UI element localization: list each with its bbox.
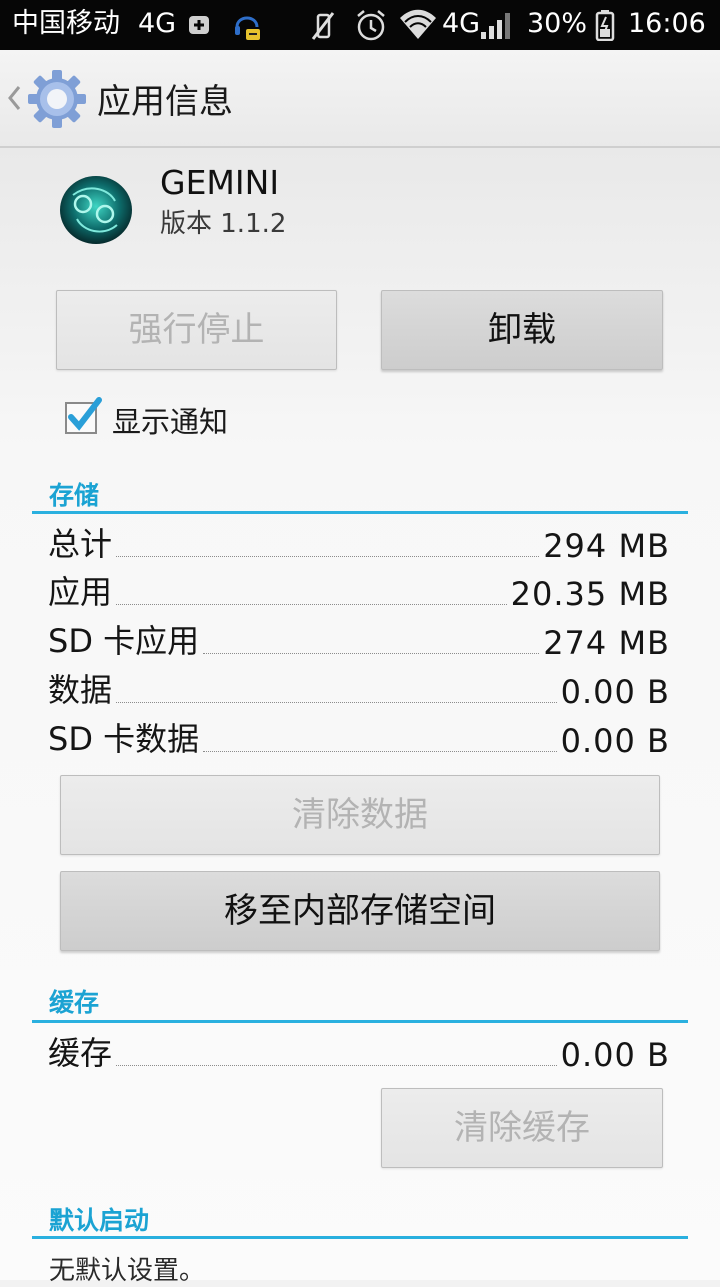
uninstall-button[interactable]: 卸载 <box>381 290 663 370</box>
storage-row-value: 0.00 B <box>560 673 670 711</box>
move-to-internal-storage-button[interactable]: 移至内部存储空间 <box>60 871 660 951</box>
cache-section-title: 缓存 <box>49 988 100 1017</box>
clear-cache-button[interactable]: 清除缓存 <box>381 1088 663 1168</box>
storage-row-value: 274 MB <box>543 624 670 662</box>
storage-row-label: 数据 <box>48 671 113 709</box>
storage-row-value: 0.00 B <box>560 722 670 760</box>
cache-row-value: 0.00 B <box>560 1036 670 1074</box>
clear-data-button[interactable]: 清除数据 <box>60 775 660 855</box>
storage-section-title: 存储 <box>49 481 100 510</box>
alarm-icon <box>357 10 385 41</box>
storage-row: 总计 294 MB <box>48 521 670 567</box>
wifi-icon <box>400 9 436 39</box>
battery-percent: 30% <box>527 8 588 39</box>
app-name: GEMINI <box>160 163 280 202</box>
storage-divider <box>32 511 688 514</box>
default-launch-section-title: 默认启动 <box>49 1206 150 1235</box>
storage-row: 数据 0.00 B <box>48 667 670 713</box>
headset-notification-icon <box>235 16 260 40</box>
battery-charging-icon <box>595 10 615 41</box>
dotted-leader <box>203 751 557 752</box>
signal-strength-icon <box>481 13 510 39</box>
status-bar: 中国移动 4G 4G 30% 16:06 <box>0 0 720 50</box>
show-notifications-label: 显示通知 <box>112 405 229 439</box>
show-notifications-toggle[interactable]: 显示通知 <box>60 393 290 441</box>
action-bar: 应用信息 <box>0 50 720 148</box>
sim-plus-icon <box>189 16 209 34</box>
app-icon <box>60 176 132 244</box>
default-launch-divider <box>32 1236 688 1239</box>
dotted-leader <box>116 1065 557 1066</box>
dotted-leader <box>203 653 540 654</box>
storage-row-label: SD 卡应用 <box>48 622 200 660</box>
network-type-right: 4G <box>442 8 481 39</box>
storage-row-value: 20.35 MB <box>510 575 670 613</box>
page-title: 应用信息 <box>97 82 233 122</box>
cache-row-label: 缓存 <box>48 1034 113 1072</box>
back-chevron-icon[interactable] <box>6 84 22 112</box>
force-stop-button[interactable]: 强行停止 <box>56 290 337 370</box>
storage-row-label: 应用 <box>48 573 113 611</box>
storage-row-value: 294 MB <box>543 527 670 565</box>
settings-gear-icon <box>28 70 86 128</box>
vibrate-off-icon <box>311 12 335 40</box>
up-navigation[interactable]: 应用信息 <box>0 50 260 146</box>
clock: 16:06 <box>628 8 706 39</box>
network-type-left: 4G <box>138 8 177 39</box>
dotted-leader <box>116 604 507 605</box>
app-version: 版本 1.1.2 <box>160 209 287 239</box>
carrier-name: 中国移动 <box>12 8 120 39</box>
storage-row: 应用 20.35 MB <box>48 569 670 615</box>
dotted-leader <box>116 702 557 703</box>
storage-row-label: SD 卡数据 <box>48 720 200 758</box>
storage-row-label: 总计 <box>48 525 113 563</box>
storage-row: SD 卡数据 0.00 B <box>48 716 670 762</box>
dotted-leader <box>116 556 540 557</box>
app-info-content: GEMINI 版本 1.1.2 强行停止 卸载 显示通知 存储 总计 294 M… <box>0 148 720 1286</box>
storage-row: SD 卡应用 274 MB <box>48 618 670 664</box>
checkbox-checked-icon[interactable] <box>62 397 102 437</box>
default-launch-text: 无默认设置。 <box>49 1256 206 1286</box>
cache-row: 缓存 0.00 B <box>48 1030 670 1076</box>
cache-divider <box>32 1020 688 1023</box>
